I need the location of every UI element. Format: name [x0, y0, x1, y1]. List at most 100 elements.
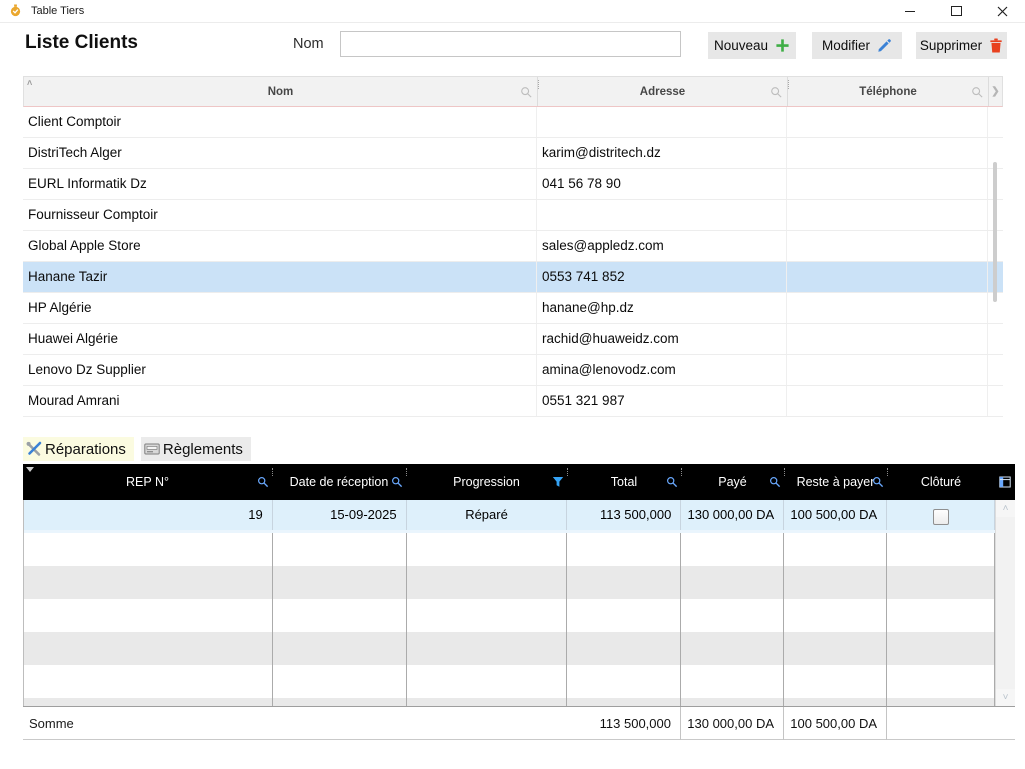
client-name-cell: DistriTech Alger	[23, 138, 537, 168]
clients-table-body: Client Comptoir DistriTech Alger karim@d…	[23, 107, 1003, 417]
column-header-adresse[interactable]: Adresse	[538, 77, 788, 106]
column-resize-handle[interactable]	[681, 468, 682, 476]
column-resize-handle[interactable]	[784, 468, 785, 476]
column-header-label: Progression	[453, 475, 520, 489]
column-resize-handle[interactable]	[567, 468, 568, 476]
table-row	[24, 599, 995, 632]
empty-cell	[784, 566, 887, 599]
table-row[interactable]: HP Algérie hanane@hp.dz	[23, 293, 1003, 324]
column-header-cloture[interactable]: Clôturé	[887, 464, 995, 500]
client-address-cell: 0553 741 852	[537, 262, 787, 292]
title-bar: Table Tiers	[0, 0, 1025, 23]
empty-cell	[567, 698, 681, 706]
scroll-down-icon[interactable]: ˅	[996, 689, 1015, 706]
search-icon[interactable]	[770, 86, 782, 98]
empty-cell	[24, 566, 273, 599]
search-icon[interactable]	[971, 86, 983, 98]
client-name-cell: Huawei Algérie	[23, 324, 537, 354]
column-header-label: Adresse	[640, 86, 685, 98]
client-phone-cell	[787, 324, 988, 354]
column-header-paye[interactable]: Payé	[681, 464, 784, 500]
minimize-button[interactable]	[887, 0, 933, 22]
empty-cell	[681, 566, 784, 599]
client-name-cell: Mourad Amrani	[23, 386, 537, 416]
next-column-button[interactable]: ❯	[989, 77, 1002, 106]
column-header-telephone[interactable]: Téléphone	[788, 77, 989, 106]
column-header-total[interactable]: Total	[567, 464, 681, 500]
table-row[interactable]: Global Apple Store sales@appledz.com	[23, 231, 1003, 262]
spacer-cell	[988, 355, 1001, 385]
table-row[interactable]: 19 15-09-2025 Réparé 113 500,000 130 000…	[24, 500, 995, 533]
column-header-progression[interactable]: Progression	[406, 464, 567, 500]
edit-button-label: Modifier	[822, 38, 870, 53]
empty-cell	[407, 599, 568, 632]
new-button[interactable]: Nouveau	[708, 32, 796, 59]
repairs-table-body: 19 15-09-2025 Réparé 113 500,000 130 000…	[23, 500, 995, 706]
client-name-cell: Lenovo Dz Supplier	[23, 355, 537, 385]
column-header-nom[interactable]: ˄ Nom	[24, 77, 538, 106]
table-row[interactable]: Huawei Algérie rachid@huaweidz.com	[23, 324, 1003, 355]
tab-reparations[interactable]: Réparations	[23, 437, 134, 461]
tab-label: Réparations	[45, 441, 126, 458]
table-row[interactable]: Hanane Tazir 0553 741 852	[23, 262, 1003, 293]
column-header-rep-no[interactable]: REP N°	[23, 464, 272, 500]
empty-cell	[784, 665, 887, 698]
table-row[interactable]: Mourad Amrani 0551 321 987	[23, 386, 1003, 417]
search-input[interactable]	[340, 31, 681, 57]
column-resize-handle[interactable]	[272, 468, 273, 476]
client-name-cell: HP Algérie	[23, 293, 537, 323]
tools-icon	[26, 441, 42, 457]
empty-cell	[273, 632, 407, 665]
paye-cell: 130 000,00 DA	[681, 500, 784, 530]
vertical-scrollbar[interactable]: ˄ ˅	[995, 500, 1015, 706]
search-icon[interactable]	[666, 476, 678, 488]
empty-cell	[784, 533, 887, 566]
table-row[interactable]: EURL Informatik Dz 041 56 78 90	[23, 169, 1003, 200]
column-header-reste-a-payer[interactable]: Reste à payer	[784, 464, 887, 500]
edit-button[interactable]: Modifier	[812, 32, 902, 59]
table-row[interactable]: Client Comptoir	[23, 107, 1003, 138]
trash-icon	[989, 38, 1003, 53]
summary-reste-a-payer: 100 500,00 DA	[784, 707, 887, 740]
column-resize-handle[interactable]	[538, 80, 539, 89]
client-phone-cell	[787, 169, 988, 199]
column-header-label: Total	[611, 475, 637, 489]
close-icon	[997, 6, 1008, 17]
reste-a-payer-cell: 100 500,00 DA	[784, 500, 887, 530]
empty-cell	[407, 632, 568, 665]
delete-button[interactable]: Supprimer	[916, 32, 1007, 59]
tab-reglements[interactable]: Règlements	[141, 437, 251, 461]
table-row[interactable]: Lenovo Dz Supplier amina@lenovodz.com	[23, 355, 1003, 386]
column-header-date-reception[interactable]: Date de réception	[272, 464, 406, 500]
vertical-scrollbar[interactable]	[993, 162, 997, 302]
column-resize-handle[interactable]	[406, 468, 407, 476]
summary-label: Somme	[23, 716, 567, 731]
empty-cell	[24, 698, 273, 706]
spacer-cell	[988, 386, 1001, 416]
search-icon[interactable]	[872, 476, 884, 488]
search-icon[interactable]	[391, 476, 403, 488]
delete-button-label: Supprimer	[920, 38, 982, 53]
search-icon[interactable]	[520, 86, 532, 98]
filter-icon[interactable]	[552, 476, 564, 488]
close-button[interactable]	[979, 0, 1025, 22]
column-resize-handle[interactable]	[887, 468, 888, 476]
search-icon[interactable]	[769, 476, 781, 488]
cloture-checkbox[interactable]	[933, 509, 949, 525]
maximize-button[interactable]	[933, 0, 979, 22]
table-row[interactable]: Fournisseur Comptoir	[23, 200, 1003, 231]
empty-cell	[784, 599, 887, 632]
spacer-cell	[988, 107, 1001, 137]
column-resize-handle[interactable]	[788, 80, 789, 89]
client-address-cell: sales@appledz.com	[537, 231, 787, 261]
column-chooser-button[interactable]	[995, 464, 1015, 500]
app-icon	[9, 4, 22, 17]
empty-cell	[887, 698, 995, 706]
empty-cell	[887, 665, 995, 698]
client-phone-cell	[787, 107, 988, 137]
search-icon[interactable]	[257, 476, 269, 488]
scroll-up-icon[interactable]: ˄	[996, 500, 1015, 517]
table-row	[24, 665, 995, 698]
table-row[interactable]: DistriTech Alger karim@distritech.dz	[23, 138, 1003, 169]
date-reception-cell: 15-09-2025	[273, 500, 407, 530]
